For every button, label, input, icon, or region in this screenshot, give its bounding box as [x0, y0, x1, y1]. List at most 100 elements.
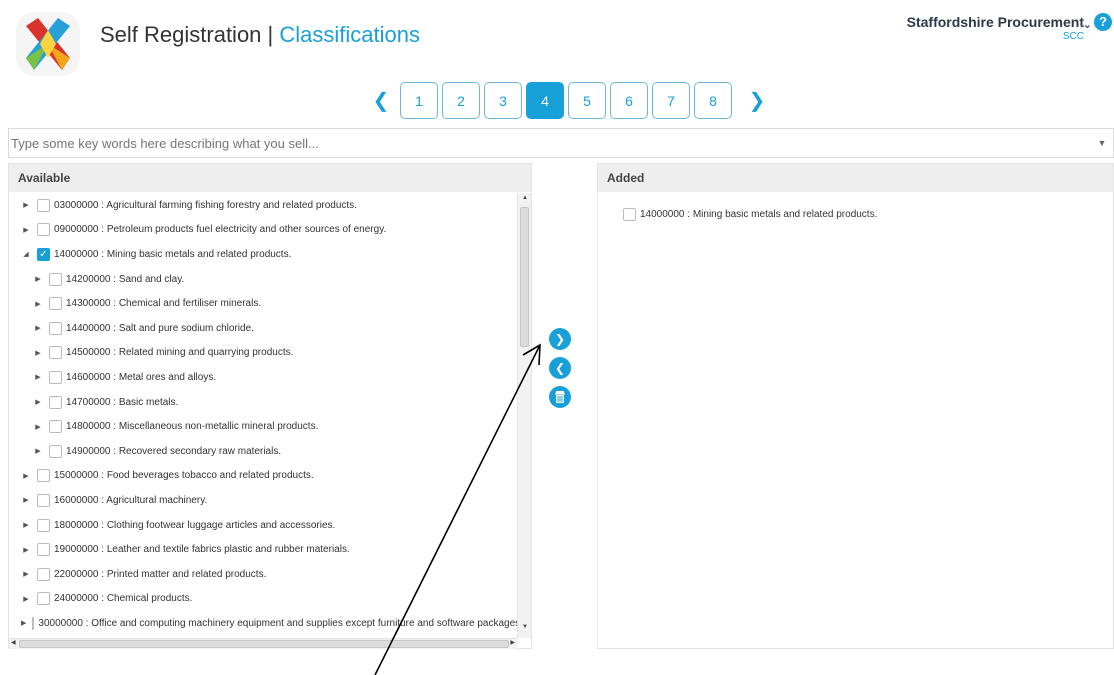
checkbox[interactable] [37, 592, 50, 606]
tree-row-label: 14800000 : Miscellaneous non-metallic mi… [66, 421, 319, 433]
expand-icon[interactable]: ▶ [33, 324, 43, 332]
page-button-6[interactable]: 6 [610, 82, 648, 119]
title-sub: Classifications [279, 22, 420, 47]
checkbox[interactable] [49, 420, 62, 434]
expand-icon[interactable]: ▶ [21, 546, 31, 554]
page-button-2[interactable]: 2 [442, 82, 480, 119]
add-selected-button[interactable]: ❯ [549, 328, 571, 350]
scroll-down-icon[interactable]: ▼ [518, 624, 532, 636]
tree-row-label: 14500000 : Related mining and quarrying … [66, 347, 294, 359]
scroll-thumb[interactable] [19, 640, 509, 648]
page-button-1[interactable]: 1 [400, 82, 438, 119]
scroll-left-icon[interactable]: ◀ [11, 639, 16, 646]
page-button-8[interactable]: 8 [694, 82, 732, 119]
tree-row[interactable]: ▶ 19000000 : Leather and textile fabrics … [9, 537, 517, 562]
chevron-left-icon[interactable]: ❮ [370, 88, 392, 113]
checkbox[interactable] [49, 395, 62, 409]
keyword-search[interactable]: ▼ [8, 128, 1114, 158]
expand-icon[interactable]: ▶ [21, 521, 31, 529]
page-button-4[interactable]: 4 [526, 82, 564, 119]
checkbox[interactable] [37, 198, 50, 212]
expand-icon[interactable]: ▶ [33, 423, 43, 431]
tree-row-label: 14600000 : Metal ores and alloys. [66, 371, 217, 383]
tree-row[interactable]: ▶ 24000000 : Chemical products. [9, 587, 517, 612]
tree-row-label: 14400000 : Salt and pure sodium chloride… [66, 322, 254, 334]
expand-icon[interactable]: ▶ [33, 349, 43, 357]
checkbox[interactable] [49, 297, 62, 311]
user-menu[interactable]: Staffordshire Procurement SCC [907, 14, 1084, 42]
vertical-scrollbar[interactable]: ▲ ▼ [517, 193, 531, 638]
tree-row[interactable]: ▶ 14500000 : Related mining and quarrying… [9, 341, 517, 366]
collapse-icon[interactable]: ◢ [21, 250, 31, 258]
expand-icon[interactable]: ▶ [33, 275, 43, 283]
checkbox[interactable] [49, 444, 62, 458]
chevron-down-icon[interactable]: ⌄ [1083, 18, 1092, 31]
tree-row[interactable]: ▶ 14800000 : Miscellaneous non-metallic m… [9, 414, 517, 439]
expand-icon[interactable]: ▶ [33, 300, 43, 308]
available-header: Available [9, 164, 531, 192]
tree-row[interactable]: ▶ 14700000 : Basic metals. [9, 390, 517, 415]
scroll-right-icon[interactable]: ▶ [510, 639, 515, 646]
tree-row-label: 15000000 : Food beverages tobacco and re… [54, 470, 314, 482]
title-separator: | [261, 22, 280, 47]
tree-row[interactable]: ▶ 30000000 : Office and computing machine… [9, 611, 517, 636]
checkbox[interactable] [49, 346, 62, 360]
expand-icon[interactable]: ▶ [33, 447, 43, 455]
tree-row-label: 22000000 : Printed matter and related pr… [54, 568, 267, 580]
added-row[interactable]: 14000000 : Mining basic metals and relat… [623, 208, 877, 221]
tree-row[interactable]: ▶ 03000000 : Agricultural farming fishing… [9, 193, 517, 218]
checkbox[interactable] [37, 543, 50, 557]
expand-icon[interactable]: ▶ [21, 595, 31, 603]
page-button-5[interactable]: 5 [568, 82, 606, 119]
horizontal-scrollbar[interactable]: ◀ ▶ [9, 638, 517, 649]
expand-icon[interactable]: ▶ [21, 496, 31, 504]
expand-icon[interactable]: ▶ [21, 570, 31, 578]
tree-row-label: 16000000 : Agricultural machinery. [54, 494, 208, 506]
search-input[interactable] [9, 129, 1091, 157]
expand-icon[interactable]: ▶ [21, 619, 26, 627]
checkbox[interactable] [49, 370, 62, 384]
dropdown-caret-icon[interactable]: ▼ [1091, 138, 1113, 148]
step-pager: ❮ 1 2 3 4 5 6 7 8 ❯ [370, 82, 768, 119]
tree-row-label: 14900000 : Recovered secondary raw mater… [66, 445, 282, 457]
checkbox[interactable] [49, 321, 62, 335]
expand-icon[interactable]: ▶ [21, 226, 31, 234]
checkbox[interactable] [623, 208, 636, 221]
added-header: Added [598, 164, 1113, 192]
tree-row[interactable]: ▶ 14400000 : Salt and pure sodium chlorid… [9, 316, 517, 341]
checkbox[interactable] [37, 493, 50, 507]
scroll-up-icon[interactable]: ▲ [518, 195, 532, 207]
tree-row[interactable]: ◢ ✓ 14000000 : Mining basic metals and rel… [9, 242, 517, 267]
checkbox[interactable] [37, 469, 50, 483]
tree-row[interactable]: ▶ 14200000 : Sand and clay. [9, 267, 517, 292]
tree-row[interactable]: ▶ 16000000 : Agricultural machinery. [9, 488, 517, 513]
tree-row[interactable]: ▶ 18000000 : Clothing footwear luggage ar… [9, 513, 517, 538]
chevron-right-icon[interactable]: ❯ [746, 88, 768, 113]
user-name[interactable]: Staffordshire Procurement [907, 14, 1084, 30]
tree-row[interactable]: ▶ 14300000 : Chemical and fertiliser mine… [9, 291, 517, 316]
tree-row[interactable]: ▶ 14900000 : Recovered secondary raw mate… [9, 439, 517, 464]
tree-row[interactable]: ▶ 15000000 : Food beverages tobacco and r… [9, 464, 517, 489]
page-button-3[interactable]: 3 [484, 82, 522, 119]
checkbox[interactable] [37, 567, 50, 581]
remove-selected-button[interactable]: ❮ [549, 357, 571, 379]
checkbox[interactable] [32, 616, 35, 630]
checkbox[interactable] [37, 223, 50, 237]
tree-row[interactable]: ▶ 14600000 : Metal ores and alloys. [9, 365, 517, 390]
tree-row-label: 14700000 : Basic metals. [66, 396, 179, 408]
expand-icon[interactable]: ▶ [21, 472, 31, 480]
checkbox[interactable] [49, 272, 62, 286]
tree-row[interactable]: ▶ 09000000 : Petroleum products fuel elec… [9, 218, 517, 243]
delete-button[interactable] [549, 386, 571, 408]
app-logo [12, 8, 84, 80]
help-icon[interactable]: ? [1094, 13, 1112, 31]
tree-row-label: 03000000 : Agricultural farming fishing … [54, 199, 357, 211]
scroll-thumb[interactable] [520, 207, 529, 347]
checkbox[interactable] [37, 518, 50, 532]
tree-row[interactable]: ▶ 22000000 : Printed matter and related p… [9, 562, 517, 587]
page-button-7[interactable]: 7 [652, 82, 690, 119]
checkbox-checked[interactable]: ✓ [37, 247, 50, 261]
expand-icon[interactable]: ▶ [33, 398, 43, 406]
expand-icon[interactable]: ▶ [21, 201, 31, 209]
expand-icon[interactable]: ▶ [33, 373, 43, 381]
